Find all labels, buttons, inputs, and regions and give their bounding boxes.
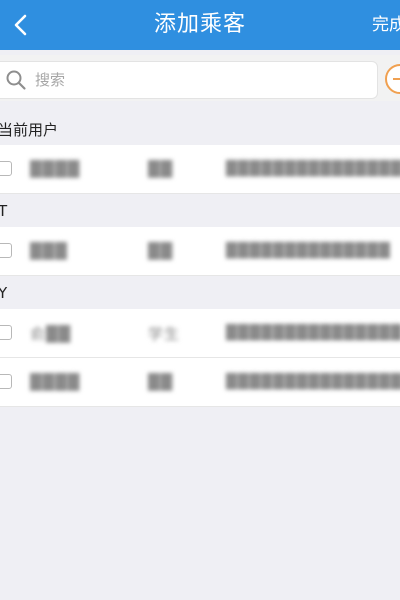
passenger-row[interactable]: ███ ██ ██████████████: [0, 227, 400, 276]
search-box[interactable]: [0, 61, 378, 99]
section-header-y: Y: [0, 278, 400, 308]
empty-list-area: [0, 410, 400, 600]
add-passenger-button[interactable]: [385, 64, 400, 94]
section-header-t: T: [0, 196, 400, 226]
passenger-type: ██: [148, 160, 174, 178]
passenger-checkbox[interactable]: [0, 374, 12, 389]
passenger-type: 学生: [148, 324, 181, 343]
passenger-checkbox[interactable]: [0, 243, 12, 258]
passenger-type: ██: [148, 242, 174, 260]
section-header-label: T: [0, 202, 8, 220]
add-passenger-screen: 添加乘客 完成 当前用户 ████ ██ ████████████████ T …: [0, 0, 400, 600]
passenger-id-number: ███████████████: [226, 325, 400, 341]
passenger-id-number: ████████████████: [226, 161, 400, 177]
navigation-bar: 添加乘客 完成: [0, 0, 400, 50]
passenger-name: ████: [30, 160, 81, 178]
passenger-checkbox[interactable]: [0, 161, 12, 176]
page-title: 添加乘客: [153, 12, 246, 37]
search-bar: [0, 55, 400, 101]
passenger-type: ██: [148, 373, 174, 391]
passenger-row[interactable]: ████ ██ ████████████████: [0, 358, 400, 407]
section-header-label: 当前用户: [0, 120, 59, 139]
passenger-checkbox[interactable]: [0, 325, 12, 340]
passenger-id-number: ██████████████: [226, 243, 391, 259]
passenger-row[interactable]: ████ ██ ████████████████: [0, 145, 400, 194]
done-button[interactable]: 完成: [372, 0, 400, 50]
section-header-current-user: 当前用户: [0, 114, 400, 144]
section-header-label: Y: [0, 284, 8, 302]
passenger-name: ████: [30, 373, 81, 391]
passenger-row[interactable]: 俞██ 学生 ███████████████: [0, 309, 400, 358]
passenger-name: 俞██: [30, 324, 72, 343]
search-input[interactable]: [33, 70, 337, 90]
search-icon: [6, 70, 26, 90]
passenger-name: ███: [30, 242, 68, 260]
passenger-id-number: ████████████████: [226, 374, 400, 390]
